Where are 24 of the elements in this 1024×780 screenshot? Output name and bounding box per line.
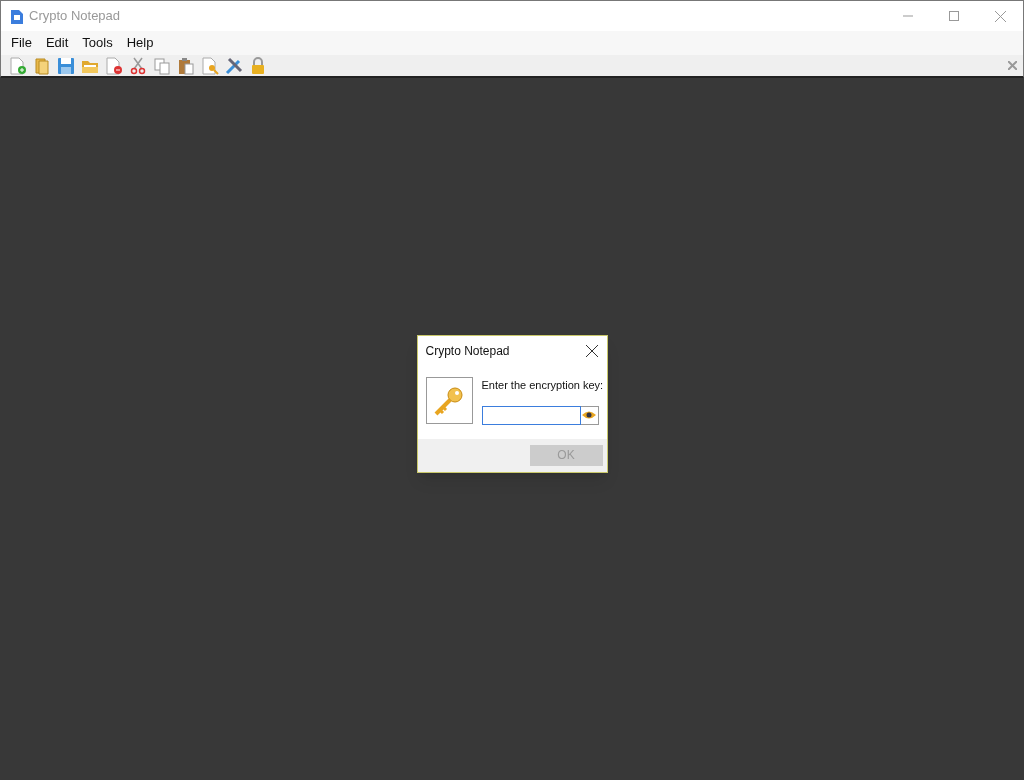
close-icon[interactable] [585,345,598,358]
key-icon [425,377,473,425]
prompt-text: Enter the encryption key: [481,378,604,394]
cut-icon[interactable] [129,56,147,75]
window-title: Crypto Notepad [29,7,121,26]
menu-item[interactable]: Tools [75,33,120,53]
tools-icon[interactable] [225,56,243,75]
save-icon[interactable] [57,56,75,75]
menu-item[interactable]: Edit [38,33,76,53]
dialog-title: Crypto Notepad [425,343,510,361]
lock-icon[interactable] [249,56,267,75]
copy-icon[interactable] [153,56,171,75]
documents-icon[interactable] [33,56,51,75]
maximize-icon[interactable] [949,11,959,21]
show-key-button[interactable] [580,405,599,425]
document-key-icon[interactable] [201,56,219,75]
eye-icon [582,410,596,421]
menu-item[interactable]: File [4,33,39,53]
new-document-icon[interactable] [9,56,27,75]
app-icon [11,8,23,24]
paste-icon[interactable] [177,56,195,75]
key-input-field[interactable] [481,405,581,425]
menu-item[interactable]: Help [119,33,161,53]
close-document-icon[interactable] [105,56,123,75]
